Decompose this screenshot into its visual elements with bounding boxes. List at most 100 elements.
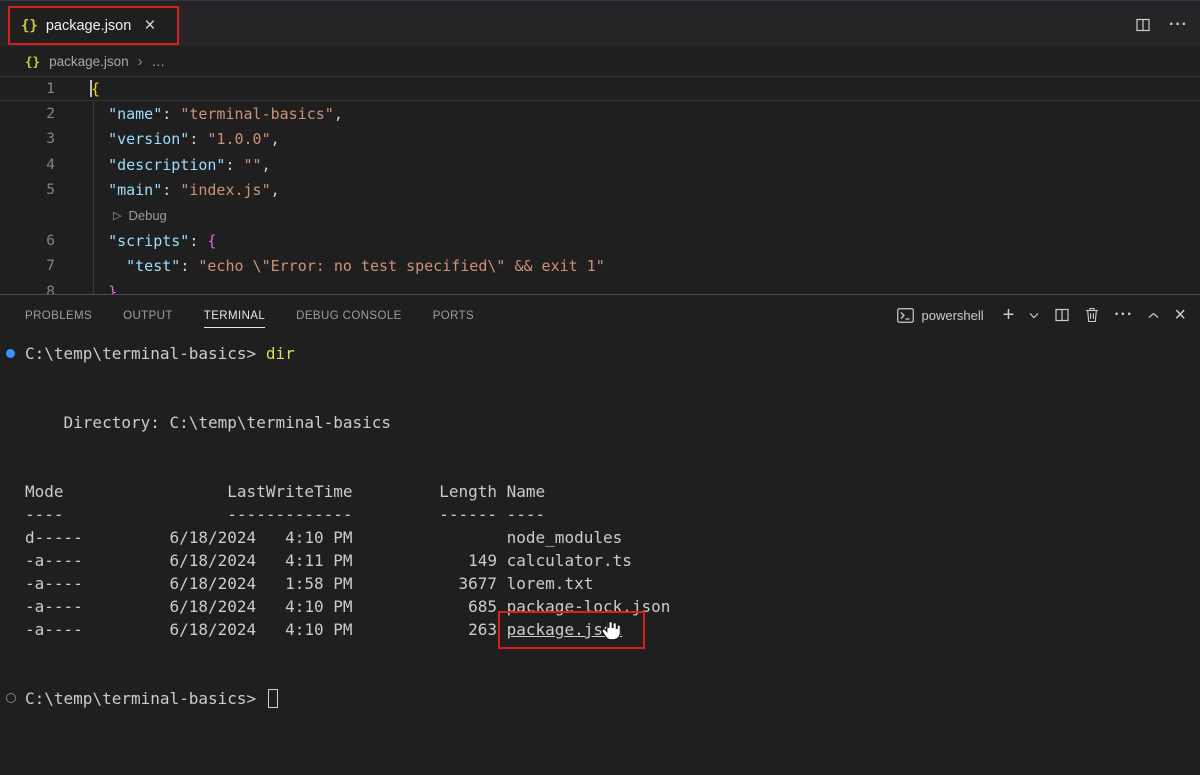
code-line-7[interactable]: 7 "test": "echo \"Error: no test specifi… <box>0 254 1200 279</box>
terminal-line: C:\temp\terminal-basics> dir <box>0 342 1200 365</box>
breadcrumb-symbol-ellipsis[interactable]: … <box>152 54 166 69</box>
code-token: "terminal-basics" <box>180 105 334 123</box>
terminal-block-cursor <box>268 689 278 708</box>
terminal-instance[interactable]: powershell <box>897 308 983 323</box>
kill-terminal-trash-icon[interactable] <box>1085 307 1099 323</box>
code-token: , <box>334 105 343 123</box>
terminal-actions: powershell + ··· × <box>897 307 1186 323</box>
line-number: 5 <box>0 182 55 198</box>
code-line-5[interactable]: 5 "main": "index.js", <box>0 178 1200 203</box>
split-editor-icon[interactable] <box>1135 17 1151 33</box>
code-token: "1.0.0" <box>207 130 270 148</box>
code-line-3[interactable]: 3 "version": "1.0.0", <box>0 127 1200 152</box>
json-file-icon: {} <box>21 18 38 34</box>
code-token: : <box>189 232 207 250</box>
panel-tab-output[interactable]: OUTPUT <box>123 303 173 328</box>
code-line-6[interactable]: 6 "scripts": { <box>0 228 1200 253</box>
tab-label: package.json <box>46 18 131 34</box>
terminal-line: -a---- 6/18/2024 1:58 PM 3677 lorem.txt <box>0 572 1200 595</box>
code-token: "name" <box>108 105 162 123</box>
breadcrumb-file[interactable]: package.json <box>49 54 129 69</box>
panel-tab-problems[interactable]: PROBLEMS <box>25 303 92 328</box>
codelens-debug-link[interactable]: Debug <box>128 208 166 223</box>
code-editor[interactable]: 1{2 "name": "terminal-basics",3 "version… <box>0 76 1200 294</box>
chevron-right-icon: › <box>138 53 143 70</box>
code-text: "main": "index.js", <box>90 181 280 199</box>
code-token: , <box>262 156 271 174</box>
close-tab-icon[interactable]: × <box>144 19 155 33</box>
code-text: "test": "echo \"Error: no test specified… <box>90 257 605 275</box>
terminal-line: Mode LastWriteTime Length Name <box>0 480 1200 503</box>
maximize-panel-chevron-up-icon[interactable] <box>1148 312 1159 319</box>
code-token <box>90 130 108 148</box>
panel-header: PROBLEMS OUTPUT TERMINAL DEBUG CONSOLE PORTS… <box>0 295 1200 335</box>
close-panel-icon[interactable]: × <box>1174 310 1186 320</box>
terminal-text: Directory: C:\temp\terminal-basics <box>25 413 391 432</box>
panel-tab-terminal[interactable]: TERMINAL <box>204 303 265 328</box>
terminal-content[interactable]: C:\temp\terminal-basics> dir Directory: … <box>0 335 1200 775</box>
code-line-8[interactable]: 8 } <box>0 279 1200 294</box>
code-token <box>90 156 108 174</box>
terminal-line <box>0 664 1200 687</box>
prompt-decoration-icon <box>6 693 16 703</box>
code-token: : <box>162 181 180 199</box>
terminal-text: -a---- 6/18/2024 4:10 PM 263 <box>25 620 507 639</box>
code-token: , <box>271 130 280 148</box>
code-line-1[interactable]: 1{ <box>0 76 1200 101</box>
panel-more-actions-icon[interactable]: ··· <box>1114 310 1133 320</box>
code-token: "description" <box>108 156 225 174</box>
terminal-text: C:\temp\terminal-basics> <box>25 344 266 363</box>
terminal-text: -a---- 6/18/2024 4:11 PM 149 calculator.… <box>25 551 632 570</box>
code-token: "main" <box>108 181 162 199</box>
code-token <box>90 232 108 250</box>
code-text: "version": "1.0.0", <box>90 130 280 148</box>
code-token: "echo \"Error: no test specified\" && ex… <box>198 257 604 275</box>
terminal-line <box>0 457 1200 480</box>
json-file-icon: {} <box>25 54 40 69</box>
terminal-line: C:\temp\terminal-basics> <box>0 687 1200 710</box>
terminal-line <box>0 388 1200 411</box>
terminal-line <box>0 641 1200 664</box>
new-terminal-icon[interactable]: + <box>1003 308 1015 322</box>
codelens-row: ▷Debug <box>0 203 1200 228</box>
tab-package-json[interactable]: {} package.json × <box>8 6 179 45</box>
panel-tab-debug-console[interactable]: DEBUG CONSOLE <box>296 303 402 328</box>
breadcrumb[interactable]: {} package.json › … <box>0 47 1200 76</box>
code-token: "test" <box>126 257 180 275</box>
terminal-link-package-json[interactable]: package.json <box>507 620 623 639</box>
terminal-line: -a---- 6/18/2024 4:10 PM 263 package.jso… <box>0 618 1200 641</box>
code-text: "name": "terminal-basics", <box>90 105 343 123</box>
terminal-profile-chevron-down-icon[interactable] <box>1029 312 1039 319</box>
terminal-line: ---- ------------- ------ ---- <box>0 503 1200 526</box>
terminal-line: Directory: C:\temp\terminal-basics <box>0 411 1200 434</box>
command-decoration-icon <box>6 349 15 358</box>
terminal-text: Mode LastWriteTime Length Name <box>25 482 545 501</box>
terminal-text: -a---- 6/18/2024 4:10 PM 685 package-loc… <box>25 597 670 616</box>
editor-more-actions-icon[interactable]: ··· <box>1169 20 1188 30</box>
editor-actions: ··· <box>1135 1 1188 48</box>
panel-tab-ports[interactable]: PORTS <box>433 303 474 328</box>
panel-tabs: PROBLEMS OUTPUT TERMINAL DEBUG CONSOLE PORTS <box>25 303 474 328</box>
powershell-terminal-icon <box>897 308 914 323</box>
terminal-text: ---- ------------- ------ ---- <box>25 505 545 524</box>
code-token <box>90 283 108 294</box>
line-number: 2 <box>0 106 55 122</box>
code-text: "description": "", <box>90 156 271 174</box>
code-token <box>90 181 108 199</box>
code-line-4[interactable]: 4 "description": "", <box>0 152 1200 177</box>
code-text: "scripts": { <box>90 232 216 250</box>
code-token <box>90 257 126 275</box>
split-terminal-icon[interactable] <box>1054 307 1070 323</box>
terminal-line <box>0 365 1200 388</box>
terminal-line: -a---- 6/18/2024 4:10 PM 685 package-loc… <box>0 595 1200 618</box>
code-token: "scripts" <box>108 232 189 250</box>
code-token: } <box>108 283 117 294</box>
terminal-text: d----- 6/18/2024 4:10 PM node_modules <box>25 528 622 547</box>
line-number: 8 <box>0 284 55 294</box>
code-line-2[interactable]: 2 "name": "terminal-basics", <box>0 101 1200 126</box>
code-token: "version" <box>108 130 189 148</box>
code-token: : <box>162 105 180 123</box>
code-token: : <box>180 257 198 275</box>
line-number: 3 <box>0 131 55 147</box>
terminal-text: C:\temp\terminal-basics> <box>25 689 266 708</box>
